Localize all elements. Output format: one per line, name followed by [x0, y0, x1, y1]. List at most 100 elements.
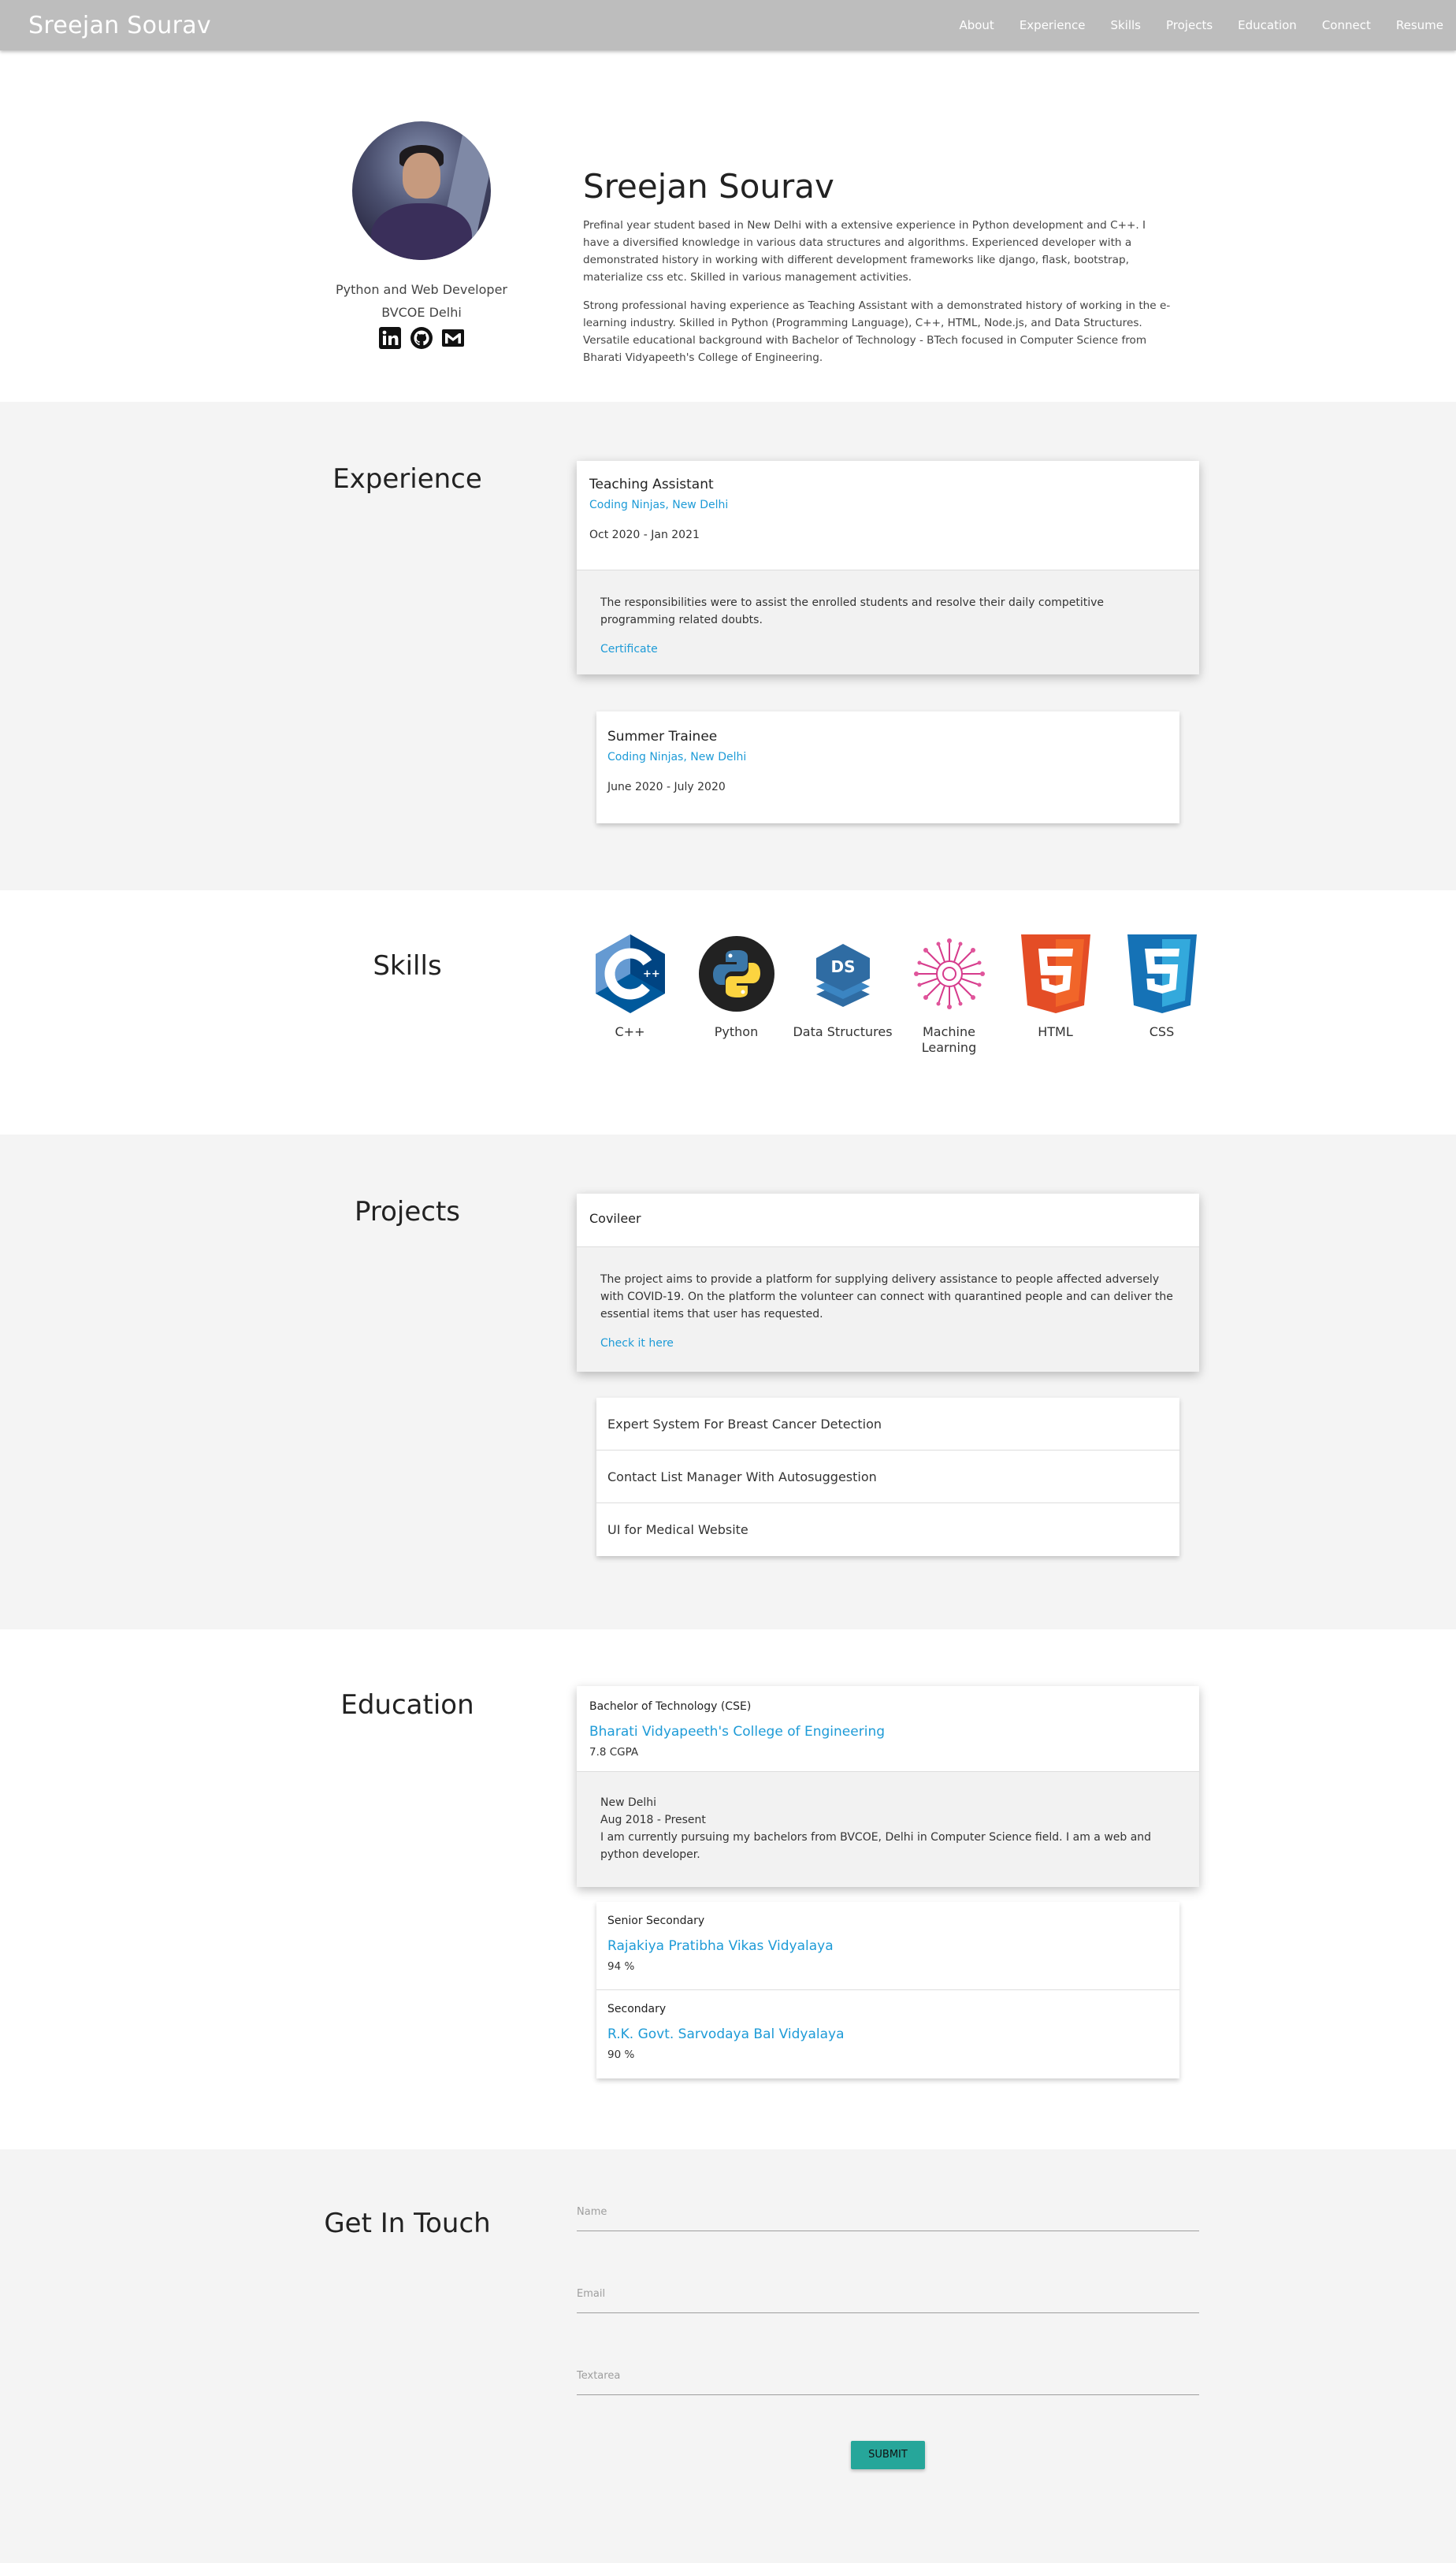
education-degree: Senior Secondary [607, 1915, 705, 1927]
experience-heading: Experience [332, 463, 482, 495]
about-paragraph-1: Prefinal year student based in New Delhi… [583, 219, 1146, 284]
skills-heading: Skills [373, 950, 442, 982]
ds-icon: DS [802, 933, 884, 1015]
skills-list: ++ C++ Python DS Data Structures Machine… [577, 933, 1215, 1056]
education-description: I am currently pursuing my bachelors fro… [600, 1831, 1152, 1861]
project-list: Expert System For Breast Cancer Detectio… [596, 1398, 1179, 1556]
education-score: 94 % [607, 1960, 635, 1973]
education-score: 90 % [607, 2049, 635, 2061]
name-placeholder: Name [577, 2206, 607, 2218]
skill-name: Machine Learning [921, 1024, 977, 1055]
skill-item: CSS [1109, 933, 1215, 1056]
page-title: Sreejan Sourav [583, 167, 834, 206]
skill-item: Machine Learning [896, 933, 1002, 1056]
experience-org: Coding Ninjas, New Delhi [589, 499, 729, 511]
nav-link-skills[interactable]: Skills [1098, 0, 1153, 50]
certificate-link[interactable]: Certificate [600, 643, 658, 656]
project-body: The project aims to provide a platform f… [577, 1247, 1199, 1372]
education-card-open[interactable]: Bachelor of Technology (CSE) Bharati Vid… [577, 1686, 1199, 1887]
email-field[interactable]: Email [577, 2280, 1199, 2313]
project-item[interactable]: Expert System For Breast Cancer Detectio… [596, 1398, 1179, 1451]
experience-date: Oct 2020 - Jan 2021 [589, 529, 700, 541]
contact-section: Get In Touch Name Email Textarea SUBMIT [0, 2149, 1456, 2563]
education-heading: Education [340, 1689, 474, 1721]
experience-card-collapsed[interactable]: Summer Trainee Coding Ninjas, New Delhi … [596, 711, 1179, 823]
project-description: The project aims to provide a platform f… [600, 1273, 1173, 1321]
skill-name: C++ [615, 1024, 645, 1039]
education-list: Senior Secondary Rajakiya Pratibha Vikas… [596, 1902, 1179, 2078]
skills-section: Skills ++ C++ Python DS Data Structures … [0, 890, 1456, 1135]
top-navbar: Sreejan Sourav About Experience Skills P… [0, 0, 1456, 50]
experience-title: Summer Trainee [607, 729, 718, 745]
textarea-placeholder: Textarea [577, 2370, 621, 2382]
about-paragraph-2: Strong professional having experience as… [583, 299, 1171, 364]
education-school: Rajakiya Pratibha Vikas Vidyalaya [607, 1938, 834, 1954]
github-icon[interactable] [410, 326, 433, 350]
svg-text:++: ++ [643, 968, 660, 980]
education-score: 7.8 CGPA [589, 1746, 639, 1759]
education-degree: Secondary [607, 2003, 667, 2015]
education-card-body: New Delhi Aug 2018 - Present I am curren… [577, 1772, 1199, 1887]
skill-name: Python [714, 1024, 759, 1039]
skill-item: ++ C++ [577, 933, 683, 1056]
nav-link-resume[interactable]: Resume [1384, 0, 1456, 50]
brand-logo[interactable]: Sreejan Sourav [28, 12, 211, 39]
education-school: R.K. Govt. Sarvodaya Bal Vidyalaya [607, 2026, 845, 2042]
experience-section: Experience Teaching Assistant Coding Nin… [0, 402, 1456, 890]
ml-icon [908, 933, 990, 1015]
nav-link-education[interactable]: Education [1225, 0, 1309, 50]
skill-item: HTML [1002, 933, 1109, 1056]
mail-icon[interactable] [441, 326, 465, 350]
projects-heading: Projects [354, 1196, 461, 1228]
education-item[interactable]: Senior Secondary Rajakiya Pratibha Vikas… [596, 1902, 1179, 1990]
project-card-open[interactable]: Covileer The project aims to provide a p… [577, 1194, 1199, 1372]
experience-card-body: The responsibilities were to assist the … [577, 570, 1199, 674]
education-section: Education Bachelor of Technology (CSE) B… [0, 1629, 1456, 2149]
skill-item: Python [683, 933, 789, 1056]
linkedin-icon[interactable] [378, 326, 402, 350]
education-location: New Delhi [600, 1796, 657, 1809]
nav-link-about[interactable]: About [946, 0, 1006, 50]
email-placeholder: Email [577, 2288, 606, 2300]
name-field[interactable]: Name [577, 2198, 1199, 2231]
experience-title: Teaching Assistant [589, 477, 714, 492]
submit-button[interactable]: SUBMIT [851, 2441, 925, 2469]
skill-item: DS Data Structures [789, 933, 896, 1056]
contact-heading: Get In Touch [324, 2208, 491, 2239]
css3-icon [1121, 933, 1203, 1015]
project-item[interactable]: UI for Medical Website [596, 1503, 1179, 1556]
profile-card: Python and Web Developer BVCOE Delhi [311, 121, 532, 350]
nav-links: About Experience Skills Projects Educati… [946, 0, 1456, 50]
project-item[interactable]: Contact List Manager With Autosuggestion [596, 1451, 1179, 1503]
nav-link-connect[interactable]: Connect [1309, 0, 1384, 50]
education-item[interactable]: Secondary R.K. Govt. Sarvodaya Bal Vidya… [596, 1990, 1179, 2078]
experience-card-header[interactable]: Teaching Assistant Coding Ninjas, New De… [577, 461, 1199, 570]
project-link[interactable]: Check it here [600, 1337, 674, 1350]
profile-college: BVCOE Delhi [381, 305, 462, 320]
education-date: Aug 2018 - Present [600, 1814, 706, 1826]
projects-section: Projects Covileer The project aims to pr… [0, 1135, 1456, 1629]
skill-name: Data Structures [793, 1024, 893, 1039]
education-degree: Bachelor of Technology (CSE) [589, 1700, 752, 1713]
experience-description: The responsibilities were to assist the … [600, 596, 1104, 626]
html5-icon [1015, 933, 1097, 1015]
python-icon [696, 933, 778, 1015]
avatar [352, 121, 491, 260]
education-card-header[interactable]: Bachelor of Technology (CSE) Bharati Vid… [577, 1686, 1199, 1772]
social-links [311, 326, 532, 350]
about-section: Python and Web Developer BVCOE Delhi Sre… [0, 50, 1456, 402]
experience-card-header[interactable]: Summer Trainee Coding Ninjas, New Delhi … [596, 711, 1179, 793]
profile-role: Python and Web Developer [336, 282, 507, 297]
experience-card-open[interactable]: Teaching Assistant Coding Ninjas, New De… [577, 461, 1199, 674]
experience-date: June 2020 - July 2020 [607, 781, 726, 793]
education-school: Bharati Vidyapeeth's College of Engineer… [589, 1724, 886, 1740]
nav-link-projects[interactable]: Projects [1153, 0, 1225, 50]
project-title[interactable]: Covileer [577, 1194, 1199, 1247]
svg-text:DS: DS [830, 957, 855, 976]
cpp-icon: ++ [589, 933, 671, 1015]
nav-link-experience[interactable]: Experience [1007, 0, 1098, 50]
skill-name: HTML [1038, 1024, 1073, 1039]
message-textarea[interactable]: Textarea [577, 2362, 1199, 2395]
experience-org: Coding Ninjas, New Delhi [607, 751, 747, 763]
about-text: Sreejan Sourav Prefinal year student bas… [583, 167, 1174, 377]
